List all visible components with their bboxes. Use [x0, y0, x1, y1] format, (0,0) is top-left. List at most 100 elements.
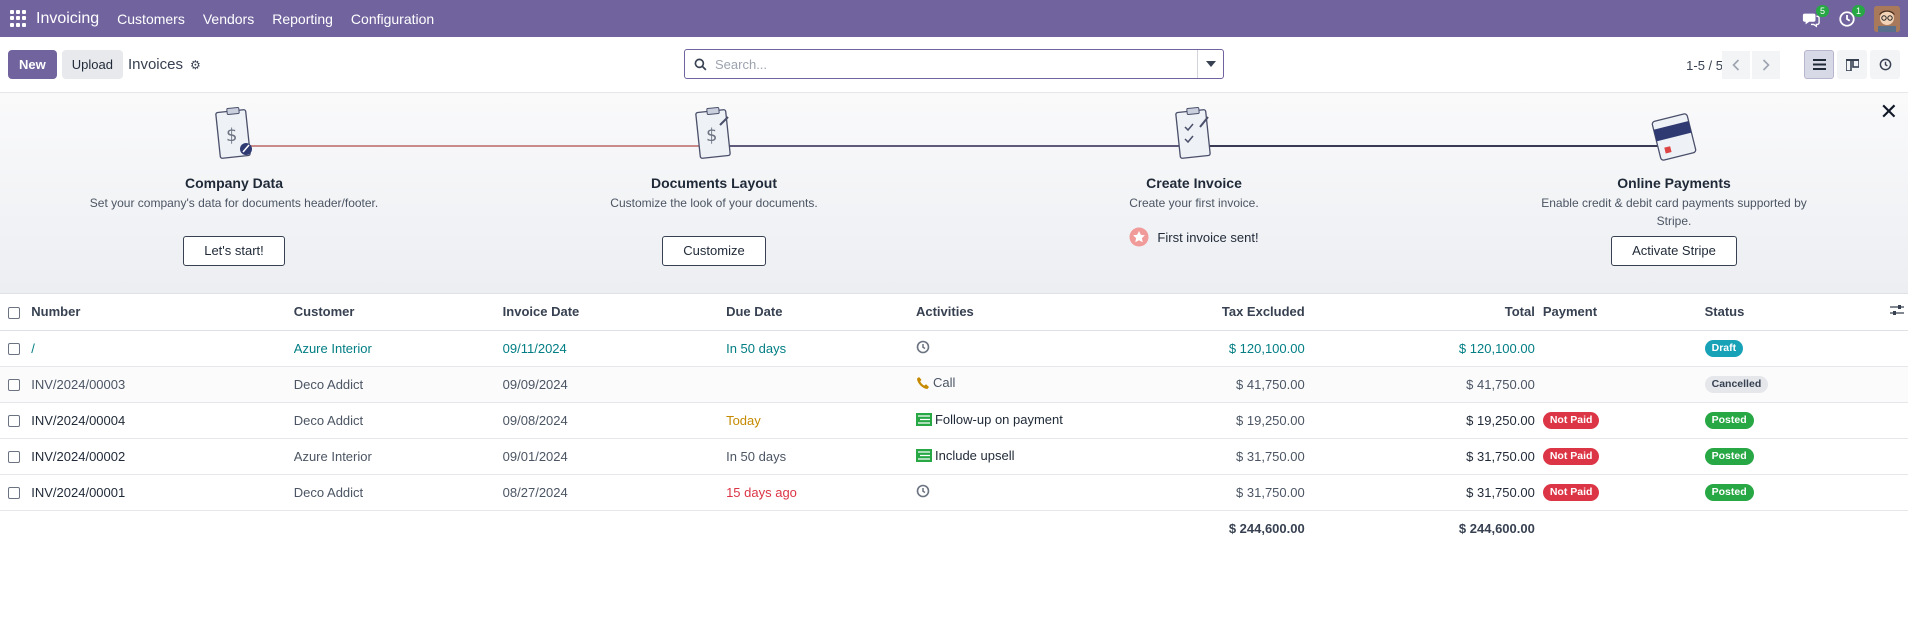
activity-label: Follow-up on payment — [934, 411, 1063, 427]
row-checkbox[interactable] — [8, 415, 20, 428]
column-payment[interactable]: Payment — [1534, 294, 1705, 331]
onboarding-step-title: Online Payments — [1617, 175, 1731, 191]
column-number[interactable]: Number — [31, 294, 294, 331]
total: $ 19,250.00 — [1304, 402, 1535, 439]
column-tax-excluded[interactable]: Tax Excluded — [1128, 294, 1305, 331]
column-customer[interactable]: Customer — [293, 294, 503, 331]
due-date: In 50 days — [726, 438, 916, 475]
search-options-toggle[interactable] — [1197, 50, 1223, 78]
activity-cell[interactable]: Include upsell — [915, 438, 1129, 475]
menu-customers[interactable]: Customers — [117, 11, 185, 27]
total: $ 31,750.00 — [1304, 474, 1535, 511]
upload-button[interactable]: Upload — [61, 50, 123, 79]
search-bar — [684, 49, 1224, 79]
table-header-row: Number Customer Invoice Date Due Date Ac… — [0, 294, 1908, 331]
app-menu-icon[interactable] — [10, 9, 28, 28]
phone-icon — [916, 376, 929, 389]
table-row[interactable]: / Azure Interior 09/11/2024 In 50 days $… — [0, 330, 1908, 367]
due-date: In 50 days — [726, 330, 916, 367]
payment-cell: Not Paid — [1534, 402, 1705, 439]
caret-down-icon — [1205, 61, 1216, 67]
payment-badge: Not Paid — [1542, 484, 1600, 501]
menu-configuration[interactable]: Configuration — [351, 11, 434, 27]
onboarding-step-title: Create Invoice — [1146, 175, 1242, 191]
status-cell: Posted — [1704, 402, 1875, 439]
messages-badge: 5 — [1816, 4, 1829, 17]
table-row[interactable]: INV/2024/00001 Deco Addict 08/27/2024 15… — [0, 474, 1908, 511]
row-checkbox[interactable] — [8, 487, 20, 500]
payment-status — [1534, 330, 1705, 367]
table-row[interactable]: INV/2024/00002 Azure Interior 09/01/2024… — [0, 438, 1908, 475]
table-row[interactable]: INV/2024/00004 Deco Addict 09/08/2024 To… — [0, 402, 1908, 439]
invoice-date: 09/11/2024 — [502, 330, 727, 367]
credit-card-icon — [1651, 113, 1697, 161]
search-input[interactable] — [715, 56, 1197, 72]
lets-start-button[interactable]: Let's start! — [183, 236, 285, 266]
onboarding-step-desc: Set your company's data for documents he… — [89, 196, 379, 210]
list-view-button[interactable] — [1804, 50, 1834, 79]
menu-reporting[interactable]: Reporting — [272, 11, 333, 27]
invoice-date: 08/27/2024 — [502, 474, 727, 511]
invoice-number: / — [31, 330, 294, 367]
kanban-view-button[interactable] — [1837, 50, 1867, 79]
control-panel: New Upload Invoices ⚙ 1-5 / 5 — [0, 37, 1908, 93]
due-date: Today — [726, 402, 916, 439]
column-due-date[interactable]: Due Date — [726, 294, 916, 331]
onboarding-step-desc: Customize the look of your documents. — [610, 196, 818, 210]
tax-excluded: $ 120,100.00 — [1128, 330, 1305, 367]
activities-badge: 1 — [1852, 4, 1865, 17]
clock-icon[interactable] — [916, 340, 930, 354]
row-checkbox[interactable] — [8, 343, 20, 356]
row-checkbox[interactable] — [8, 379, 20, 392]
activate-stripe-button[interactable]: Activate Stripe — [1611, 236, 1737, 266]
status-cell: Posted — [1704, 438, 1875, 475]
total: $ 31,750.00 — [1304, 438, 1535, 475]
customize-button[interactable]: Customize — [662, 236, 766, 266]
optional-columns-toggle[interactable] — [1874, 294, 1908, 331]
activity-cell[interactable] — [915, 330, 1129, 367]
messages-button[interactable]: 5 — [1800, 4, 1829, 30]
menu-vendors[interactable]: Vendors — [203, 11, 254, 27]
tasks-icon — [915, 412, 932, 426]
svg-text:$: $ — [226, 125, 237, 146]
close-icon[interactable]: ✕ — [1880, 101, 1898, 123]
user-avatar[interactable] — [1874, 5, 1900, 32]
pager-value[interactable]: 1-5 / 5 — [1686, 58, 1723, 73]
column-activities[interactable]: Activities — [915, 294, 1129, 331]
clock-icon[interactable] — [916, 484, 930, 498]
status-cell: Posted — [1704, 474, 1875, 511]
onboarding-step-done: First invoice sent! — [1129, 222, 1259, 252]
row-checkbox[interactable] — [8, 451, 20, 464]
activities-button[interactable]: 1 — [1836, 4, 1865, 30]
activity-cell[interactable]: Call — [915, 366, 1129, 403]
pager-next-button[interactable] — [1752, 51, 1780, 79]
invoice-customer: Azure Interior — [293, 438, 503, 475]
payment-badge: Not Paid — [1542, 448, 1600, 465]
clipboard-check-icon — [1175, 106, 1211, 159]
gear-icon[interactable]: ⚙ — [190, 58, 201, 72]
onboarding-panel: $ Company Data Set your company's data f… — [0, 93, 1908, 294]
kanban-icon — [1845, 58, 1859, 71]
pager-previous-button[interactable] — [1722, 51, 1750, 79]
invoice-customer: Deco Addict — [293, 366, 503, 403]
tasks-icon — [915, 448, 932, 462]
column-total[interactable]: Total — [1304, 294, 1535, 331]
new-button[interactable]: New — [8, 50, 57, 79]
select-all-checkbox[interactable] — [8, 306, 20, 319]
onboarding-step-company: $ Company Data Set your company's data f… — [84, 93, 384, 266]
status-cell: Draft — [1704, 330, 1875, 367]
activity-cell[interactable]: Follow-up on payment — [915, 402, 1129, 439]
pager: 1-5 / 5 — [1686, 37, 1723, 93]
app-brand[interactable]: Invoicing — [36, 10, 99, 28]
table-row[interactable]: INV/2024/00003 Deco Addict 09/09/2024 Ca… — [0, 366, 1908, 403]
chevron-right-icon — [1762, 59, 1770, 71]
activity-view-button[interactable] — [1870, 50, 1900, 79]
column-invoice-date[interactable]: Invoice Date — [502, 294, 727, 331]
onboarding-step-desc: Enable credit & debit card payments supp… — [1541, 196, 1807, 228]
first-invoice-sent-label: First invoice sent! — [1157, 229, 1259, 245]
total: $ 120,100.00 — [1304, 330, 1535, 367]
column-status[interactable]: Status — [1704, 294, 1875, 331]
activity-cell[interactable] — [915, 474, 1129, 511]
status-cell: Cancelled — [1704, 366, 1875, 403]
star-badge-icon — [1129, 227, 1149, 247]
